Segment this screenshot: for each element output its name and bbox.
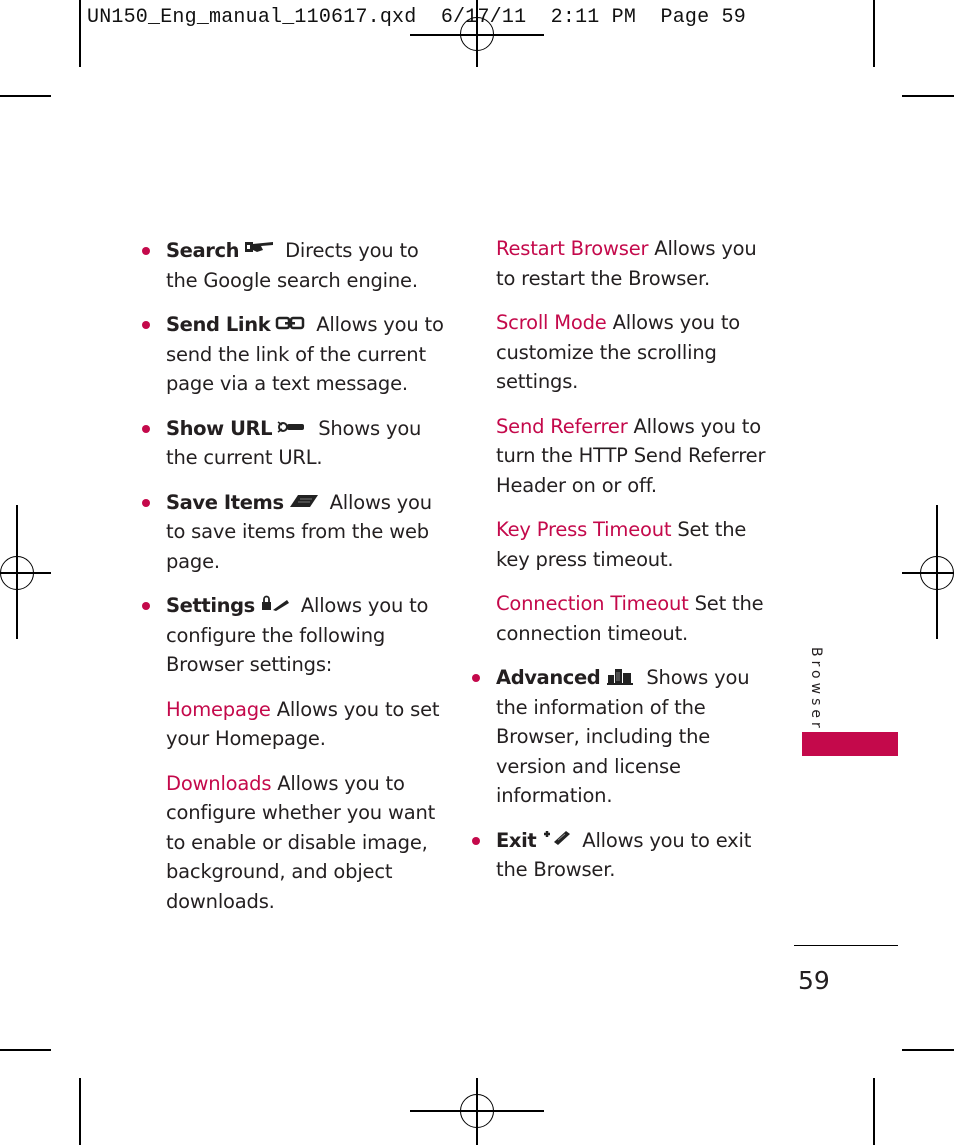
list-item-exit: Exit Allows you to exit the Browser. [472,826,766,885]
term: Connection Timeout [496,592,689,615]
term: Downloads [166,771,272,795]
term: Advanced [496,666,601,689]
left-column: Search Directs you to the Google search … [142,236,446,917]
crop-mark [0,1049,51,1051]
page-number: 59 [798,966,830,995]
sub-item-send-referrer: Send Referrer Allows you to turn the HTT… [496,412,766,501]
crop-mark [873,0,875,67]
crop-mark [79,1078,81,1145]
list-item-save-items: Save Items Allows you to save items from… [142,488,446,577]
right-column: Restart Browser Allows you to restart th… [472,234,766,885]
registration-mark [0,556,34,590]
crop-mark [902,1049,954,1051]
save-page-icon [289,494,318,507]
footer-rule [794,945,898,947]
sub-item-key-press-timeout: Key Press Timeout Set the key press time… [496,515,766,574]
bullet [142,424,150,433]
section-tab [802,732,898,756]
term: Exit [496,828,537,852]
sub-item-downloads: Downloads Allows you to configure whethe… [166,769,446,917]
exit-phone-icon [544,830,571,845]
crop-mark [79,0,81,67]
bullet [472,674,480,682]
term: Homepage [166,697,271,721]
bullet [142,602,150,610]
registration-mark [460,1094,494,1128]
lock-tools-icon [261,595,289,611]
term: Key Press Timeout [496,518,672,541]
term: Save Items [166,490,284,514]
term: Send Link [166,313,271,336]
sub-item-homepage: Homepage Allows you to set your Homepage… [166,695,446,754]
url-key-icon [277,420,305,433]
sub-item-scroll-mode: Scroll Mode Allows you to customize the … [496,308,766,397]
crop-mark [0,95,51,97]
building-info-icon [607,669,634,685]
bullet [142,498,150,507]
bullet [472,836,480,845]
list-item-advanced: Advanced Shows you the information of th… [472,663,766,811]
crop-mark [873,1078,875,1145]
list-item-settings: Settings Allows you to configure the fol… [142,591,446,680]
chain-link-icon [276,316,305,330]
list-item-show-url: Show URL Shows you the current URL. [142,414,446,473]
term: Scroll Mode [496,311,607,334]
crop-mark [902,95,954,97]
list-item-search: Search Directs you to the Google search … [142,236,446,295]
bullet [142,247,150,255]
term: Settings [166,594,255,617]
sub-item-restart-browser: Restart Browser Allows you to restart th… [496,234,766,293]
bullet [142,321,150,329]
registration-mark [920,556,954,590]
term: Show URL [166,416,273,440]
term: Search [166,239,240,262]
search-pointer-icon [245,242,274,252]
term: Send Referrer [496,414,628,438]
list-item-send-link: Send Link Allows you to send the link of… [142,310,446,399]
print-slug: UN150_Eng_manual_110617.qxd 6/17/11 2:11… [87,6,746,29]
sub-item-connection-timeout: Connection Timeout Set the connection ti… [496,589,766,648]
section-label: Browser [808,647,824,732]
term: Restart Browser [496,237,649,260]
